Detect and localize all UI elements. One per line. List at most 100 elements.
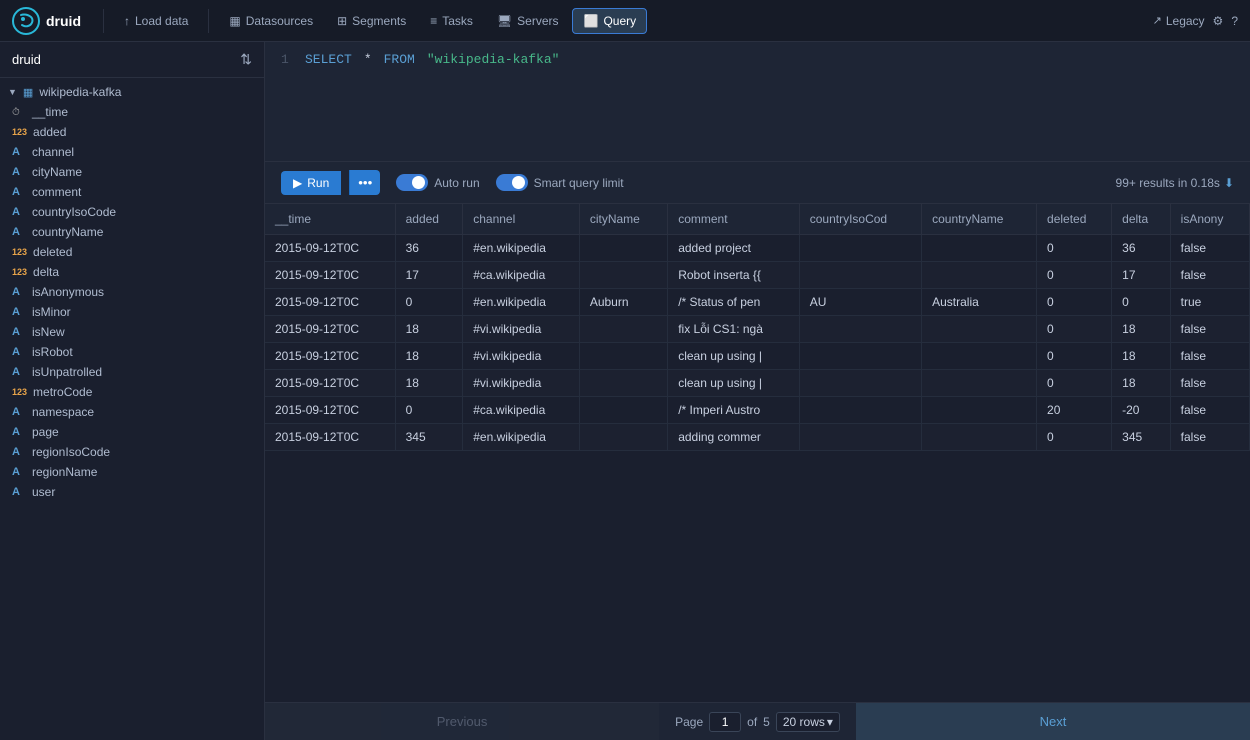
legacy-button[interactable]: ↗ Legacy: [1153, 14, 1205, 28]
external-link-icon: ↗: [1153, 14, 1162, 27]
sidebar-item-__time[interactable]: ⏱__time: [0, 102, 264, 122]
sidebar-item-isMinor[interactable]: AisMinor: [0, 302, 264, 322]
sidebar-item-namespace[interactable]: Anamespace: [0, 402, 264, 422]
nav-right: ↗ Legacy ⚙ ?: [1153, 14, 1238, 28]
string-type-icon: A: [12, 466, 26, 478]
download-icon[interactable]: ⬇: [1224, 176, 1234, 190]
table-row: 2015-09-12T0C36#en.wikipediaadded projec…: [265, 235, 1250, 262]
help-icon: ?: [1231, 14, 1238, 28]
string-type-icon: A: [12, 366, 26, 378]
sidebar-item-countryName[interactable]: AcountryName: [0, 222, 264, 242]
sidebar-item-label: isMinor: [32, 305, 71, 319]
cell-comment: /* Status of pen: [668, 289, 800, 316]
sidebar-columns: ⏱__time123addedAchannelAcityNameAcomment…: [0, 102, 264, 502]
sidebar-item-user[interactable]: Auser: [0, 482, 264, 502]
more-options-button[interactable]: •••: [349, 170, 380, 195]
next-button[interactable]: Next: [856, 703, 1250, 740]
cell-countryName: [922, 316, 1037, 343]
run-button[interactable]: ▶ Run: [281, 171, 341, 195]
sidebar-item-label: countryName: [32, 225, 103, 239]
cell-countryIsoCod: [799, 370, 921, 397]
sidebar-item-datasource[interactable]: ▼ ▦ wikipedia-kafka: [0, 82, 264, 102]
query-line-1: 1 SELECT * FROM "wikipedia-kafka": [281, 52, 1234, 67]
nav-datasources[interactable]: ▦ Datasources: [219, 9, 323, 33]
cell-isAnony: false: [1170, 262, 1249, 289]
sidebar-item-regionName[interactable]: AregionName: [0, 462, 264, 482]
cell-__time: 2015-09-12T0C: [265, 289, 395, 316]
results-info: 99+ results in 0.18s ⬇: [1116, 176, 1234, 190]
sidebar-title: druid: [12, 52, 41, 67]
sidebar-item-regionIsoCode[interactable]: AregionIsoCode: [0, 442, 264, 462]
cell-countryName: [922, 370, 1037, 397]
sidebar-item-label: isNew: [32, 325, 65, 339]
time-type-icon: ⏱: [12, 107, 26, 118]
cell-cityName: Auburn: [579, 289, 667, 316]
sidebar-item-deleted[interactable]: 123deleted: [0, 242, 264, 262]
sidebar-item-delta[interactable]: 123delta: [0, 262, 264, 282]
sidebar-item-channel[interactable]: Achannel: [0, 142, 264, 162]
main-content: 1 SELECT * FROM "wikipedia-kafka" ▶ Run …: [265, 42, 1250, 740]
sidebar-item-isRobot[interactable]: AisRobot: [0, 342, 264, 362]
string-type-icon: A: [12, 226, 26, 238]
sidebar-item-added[interactable]: 123added: [0, 122, 264, 142]
cell-channel: #en.wikipedia: [463, 424, 580, 451]
cell-channel: #vi.wikipedia: [463, 316, 580, 343]
nav-divider-2: [208, 9, 209, 33]
query-editor[interactable]: 1 SELECT * FROM "wikipedia-kafka": [265, 42, 1250, 162]
sidebar-item-cityName[interactable]: AcityName: [0, 162, 264, 182]
page-number-input[interactable]: 1: [709, 712, 741, 732]
cell-added: 36: [395, 235, 463, 262]
page-label: Page: [675, 715, 703, 729]
table-name: "wikipedia-kafka": [427, 52, 560, 67]
pagination: Previous Page 1 of 5 20 rows ▾ Next: [265, 702, 1250, 740]
cell-__time: 2015-09-12T0C: [265, 235, 395, 262]
cell-countryName: [922, 424, 1037, 451]
string-type-icon: A: [12, 326, 26, 338]
cell-deleted: 0: [1037, 343, 1112, 370]
number-type-icon: 123: [12, 247, 27, 257]
col-header-countryIsoCod: countryIsoCod: [799, 204, 921, 235]
smart-query-toggle-group: Smart query limit: [496, 174, 624, 191]
settings-button[interactable]: ⚙: [1213, 14, 1224, 28]
star: *: [364, 52, 372, 67]
col-header-delta: delta: [1112, 204, 1171, 235]
string-type-icon: A: [12, 286, 26, 298]
previous-button[interactable]: Previous: [265, 703, 659, 740]
sidebar-item-isNew[interactable]: AisNew: [0, 322, 264, 342]
nav-servers[interactable]: 🖥 Servers: [487, 9, 569, 33]
results-text: 99+ results in 0.18s: [1116, 176, 1220, 190]
nav-divider-1: [103, 9, 104, 33]
nav-load-data[interactable]: ↑ Load data: [114, 9, 198, 33]
sidebar-item-metroCode[interactable]: 123metroCode: [0, 382, 264, 402]
cell-countryIsoCod: [799, 262, 921, 289]
autorun-toggle[interactable]: [396, 174, 428, 191]
table-row: 2015-09-12T0C18#vi.wikipediafix Lỗi CS1:…: [265, 316, 1250, 343]
sidebar-item-label: metroCode: [33, 385, 92, 399]
sidebar-item-isUnpatrolled[interactable]: AisUnpatrolled: [0, 362, 264, 382]
string-type-icon: A: [12, 306, 26, 318]
cell-comment: clean up using |: [668, 343, 800, 370]
sidebar-item-countryIsoCode[interactable]: AcountryIsoCode: [0, 202, 264, 222]
rows-per-page-select[interactable]: 20 rows ▾: [776, 712, 840, 732]
cell-added: 18: [395, 370, 463, 397]
sidebar-item-label: namespace: [32, 405, 94, 419]
nav-query[interactable]: ⬜ Query: [572, 8, 647, 34]
sort-icon[interactable]: ⇅: [240, 51, 252, 68]
play-icon: ▶: [293, 176, 302, 190]
main-layout: druid ⇅ ▼ ▦ wikipedia-kafka ⏱__time123ad…: [0, 42, 1250, 740]
string-type-icon: A: [12, 446, 26, 458]
help-button[interactable]: ?: [1231, 14, 1238, 28]
sidebar-item-isAnonymous[interactable]: AisAnonymous: [0, 282, 264, 302]
nav-tasks[interactable]: ≡ Tasks: [420, 9, 483, 33]
nav-segments[interactable]: ⊞ Segments: [327, 9, 416, 33]
chevron-down-icon: ▾: [827, 715, 833, 729]
cell-added: 0: [395, 397, 463, 424]
sidebar-item-comment[interactable]: Acomment: [0, 182, 264, 202]
sidebar-item-label: page: [32, 425, 59, 439]
table-row: 2015-09-12T0C18#vi.wikipediaclean up usi…: [265, 370, 1250, 397]
string-type-icon: A: [12, 486, 26, 498]
sidebar-item-page[interactable]: Apage: [0, 422, 264, 442]
page-info: Page 1 of 5 20 rows ▾: [659, 712, 856, 732]
table-icon: ▦: [23, 86, 33, 99]
smart-query-toggle[interactable]: [496, 174, 528, 191]
